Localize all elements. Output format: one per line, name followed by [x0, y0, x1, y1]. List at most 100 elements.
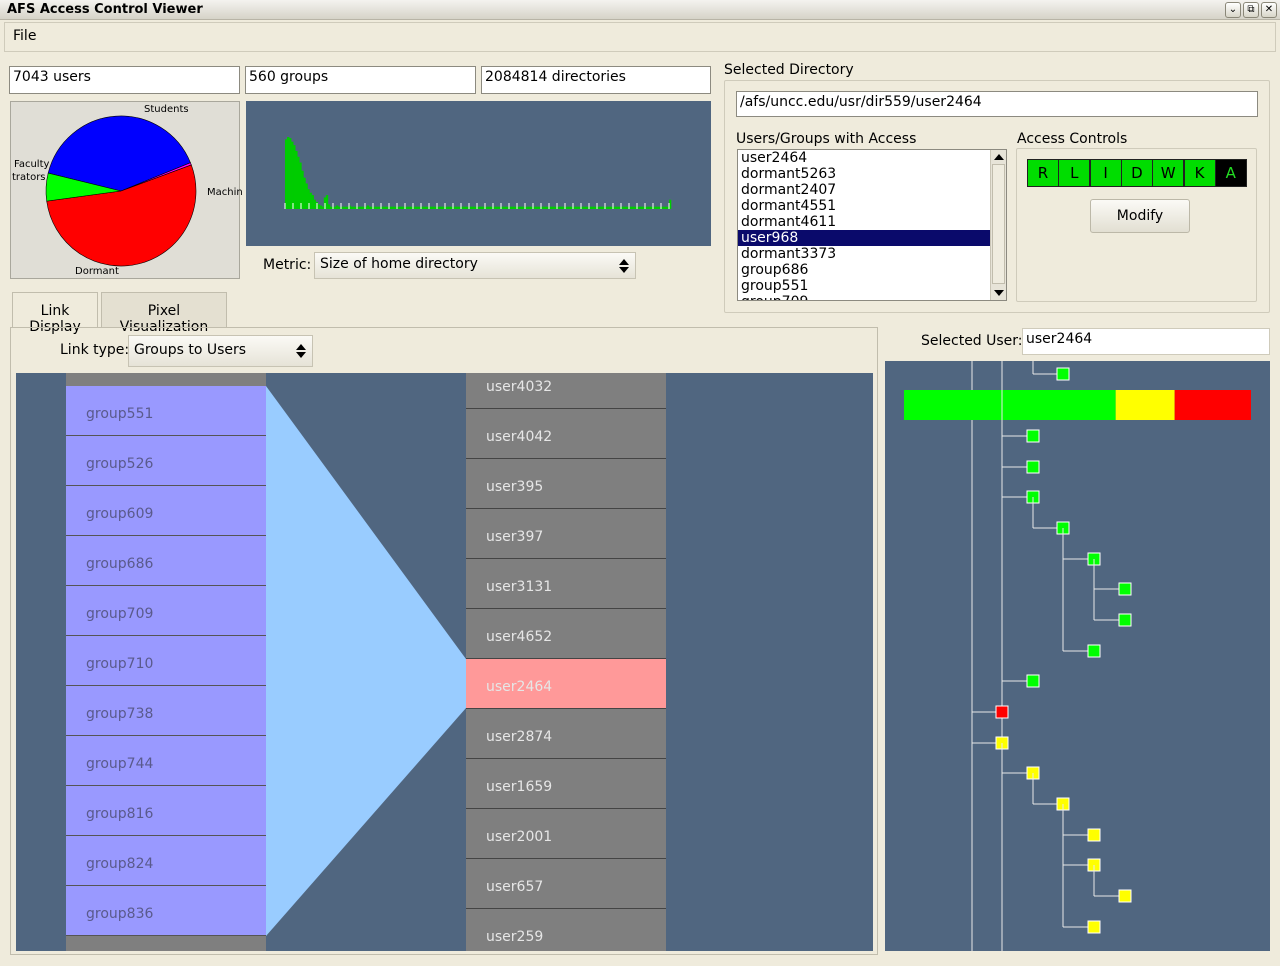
histogram-bar: [425, 206, 429, 209]
access-list-item[interactable]: dormant5263: [738, 166, 990, 182]
access-list-item[interactable]: dormant4611: [738, 214, 990, 230]
link-display-canvas[interactable]: group551 group526 group609 group686 group709…: [16, 373, 873, 951]
minimize-button[interactable]: ⌄: [1225, 2, 1241, 18]
group-column-bottom-edge: [66, 936, 266, 951]
tree-node[interactable]: [1026, 429, 1040, 443]
tree-node[interactable]: [1118, 889, 1132, 903]
histogram-bar: [399, 206, 402, 209]
user-node[interactable]: user2001: [466, 809, 666, 859]
group-node[interactable]: group710: [66, 636, 266, 686]
selected-user-field[interactable]: user2464: [1022, 328, 1270, 355]
histogram-bar: [550, 206, 553, 209]
group-node[interactable]: group816: [66, 786, 266, 836]
access-list-item[interactable]: user2464: [738, 150, 990, 166]
metric-select[interactable]: Size of home directory: [314, 252, 636, 279]
user-node[interactable]: user657: [466, 859, 666, 909]
histogram-bar: [450, 206, 453, 209]
user-node[interactable]: user397: [466, 509, 666, 559]
access-right-w[interactable]: W: [1152, 159, 1185, 187]
tree-svg: [904, 361, 1251, 951]
tree-node[interactable]: [1087, 920, 1101, 934]
close-button[interactable]: ✕: [1261, 2, 1277, 18]
group-node[interactable]: group709: [66, 586, 266, 636]
user-node[interactable]: user395: [466, 459, 666, 509]
access-right-r[interactable]: R: [1027, 159, 1059, 187]
access-right-a[interactable]: A: [1214, 159, 1247, 187]
tree-node[interactable]: [1087, 828, 1101, 842]
histogram-bar: [470, 206, 474, 209]
maximize-button[interactable]: ⧉: [1243, 2, 1259, 18]
access-right-i[interactable]: I: [1089, 159, 1122, 187]
tab-link-display[interactable]: Link Display: [12, 292, 98, 335]
access-list-item[interactable]: group551: [738, 278, 990, 294]
select-arrows-icon: [619, 259, 629, 273]
histogram-bar: [575, 206, 578, 209]
access-list-scrollbar[interactable]: [990, 150, 1006, 300]
access-list-item[interactable]: dormant4551: [738, 198, 990, 214]
histogram-bar: [503, 206, 506, 209]
tree-node[interactable]: [1118, 582, 1132, 596]
access-list[interactable]: user2464 dormant5263 dormant2407 dormant455…: [737, 149, 1007, 301]
access-right-l[interactable]: L: [1058, 159, 1091, 187]
user-node[interactable]: user2874: [466, 709, 666, 759]
tree-node[interactable]: [1118, 613, 1132, 627]
user-node[interactable]: user4042: [466, 409, 666, 459]
group-node[interactable]: group526: [66, 436, 266, 486]
histogram-bar: [405, 206, 408, 209]
histogram-bar: [456, 206, 459, 209]
tree-node[interactable]: [995, 705, 1009, 719]
histogram-bar: [448, 206, 451, 209]
tree-node[interactable]: [1087, 644, 1101, 658]
group-node[interactable]: group836: [66, 886, 266, 936]
histogram-bar: [374, 206, 378, 209]
scroll-thumb[interactable]: [992, 164, 1005, 284]
histogram-bar: [481, 206, 484, 209]
scroll-down-icon[interactable]: [994, 290, 1004, 296]
group-node[interactable]: group744: [66, 736, 266, 786]
histogram-svg: [284, 137, 672, 209]
metric-histogram[interactable]: [246, 101, 711, 246]
histogram-bar: [342, 206, 345, 209]
user-node[interactable]: user3131: [466, 559, 666, 609]
histogram-bar: [293, 145, 296, 209]
pie-label-faculty: Faculty: [14, 159, 50, 170]
directory-tree-canvas[interactable]: [885, 361, 1270, 951]
histogram-bar: [346, 206, 349, 209]
access-right-k[interactable]: K: [1183, 159, 1216, 187]
user-node[interactable]: user1659: [466, 759, 666, 809]
histogram-bar: [336, 205, 339, 209]
group-node[interactable]: group551: [66, 386, 266, 436]
link-type-select[interactable]: Groups to Users: [128, 335, 313, 367]
user-type-pie-chart[interactable]: Students Faculty trators Machin Dormant: [10, 101, 243, 279]
group-node[interactable]: group609: [66, 486, 266, 536]
histogram-bar: [415, 206, 419, 209]
access-list-item[interactable]: group709: [738, 294, 990, 300]
group-node[interactable]: group738: [66, 686, 266, 736]
access-right-d[interactable]: D: [1120, 159, 1153, 187]
access-list-item[interactable]: dormant2407: [738, 182, 990, 198]
histogram-bar: [319, 205, 323, 209]
menu-file[interactable]: File: [13, 28, 36, 44]
histogram-bar: [432, 206, 435, 209]
access-list-item[interactable]: dormant3373: [738, 246, 990, 262]
scroll-up-icon[interactable]: [994, 154, 1004, 160]
group-node[interactable]: group686: [66, 536, 266, 586]
histogram-bar: [640, 206, 643, 209]
histogram-bar: [497, 206, 500, 209]
usage-bar-segment: [1174, 390, 1251, 420]
histogram-bar: [321, 206, 325, 209]
directory-path-field[interactable]: /afs/uncc.edu/usr/dir559/user2464: [736, 91, 1258, 117]
tree-node[interactable]: [1026, 674, 1040, 688]
user-node[interactable]: user259: [466, 909, 666, 951]
user-node[interactable]: user4652: [466, 609, 666, 659]
group-node[interactable]: group824: [66, 836, 266, 886]
access-list-item[interactable]: user968: [738, 230, 990, 246]
access-list-item[interactable]: group686: [738, 262, 990, 278]
modify-button[interactable]: Modify: [1090, 199, 1190, 233]
tree-node[interactable]: [1056, 367, 1070, 381]
highlighted-user-node[interactable]: user2464: [466, 659, 666, 709]
histogram-bar: [344, 206, 347, 209]
user-node[interactable]: user4032: [466, 373, 666, 409]
tree-node[interactable]: [1026, 460, 1040, 474]
tab-pixel-visualization[interactable]: Pixel Visualization: [101, 292, 227, 335]
